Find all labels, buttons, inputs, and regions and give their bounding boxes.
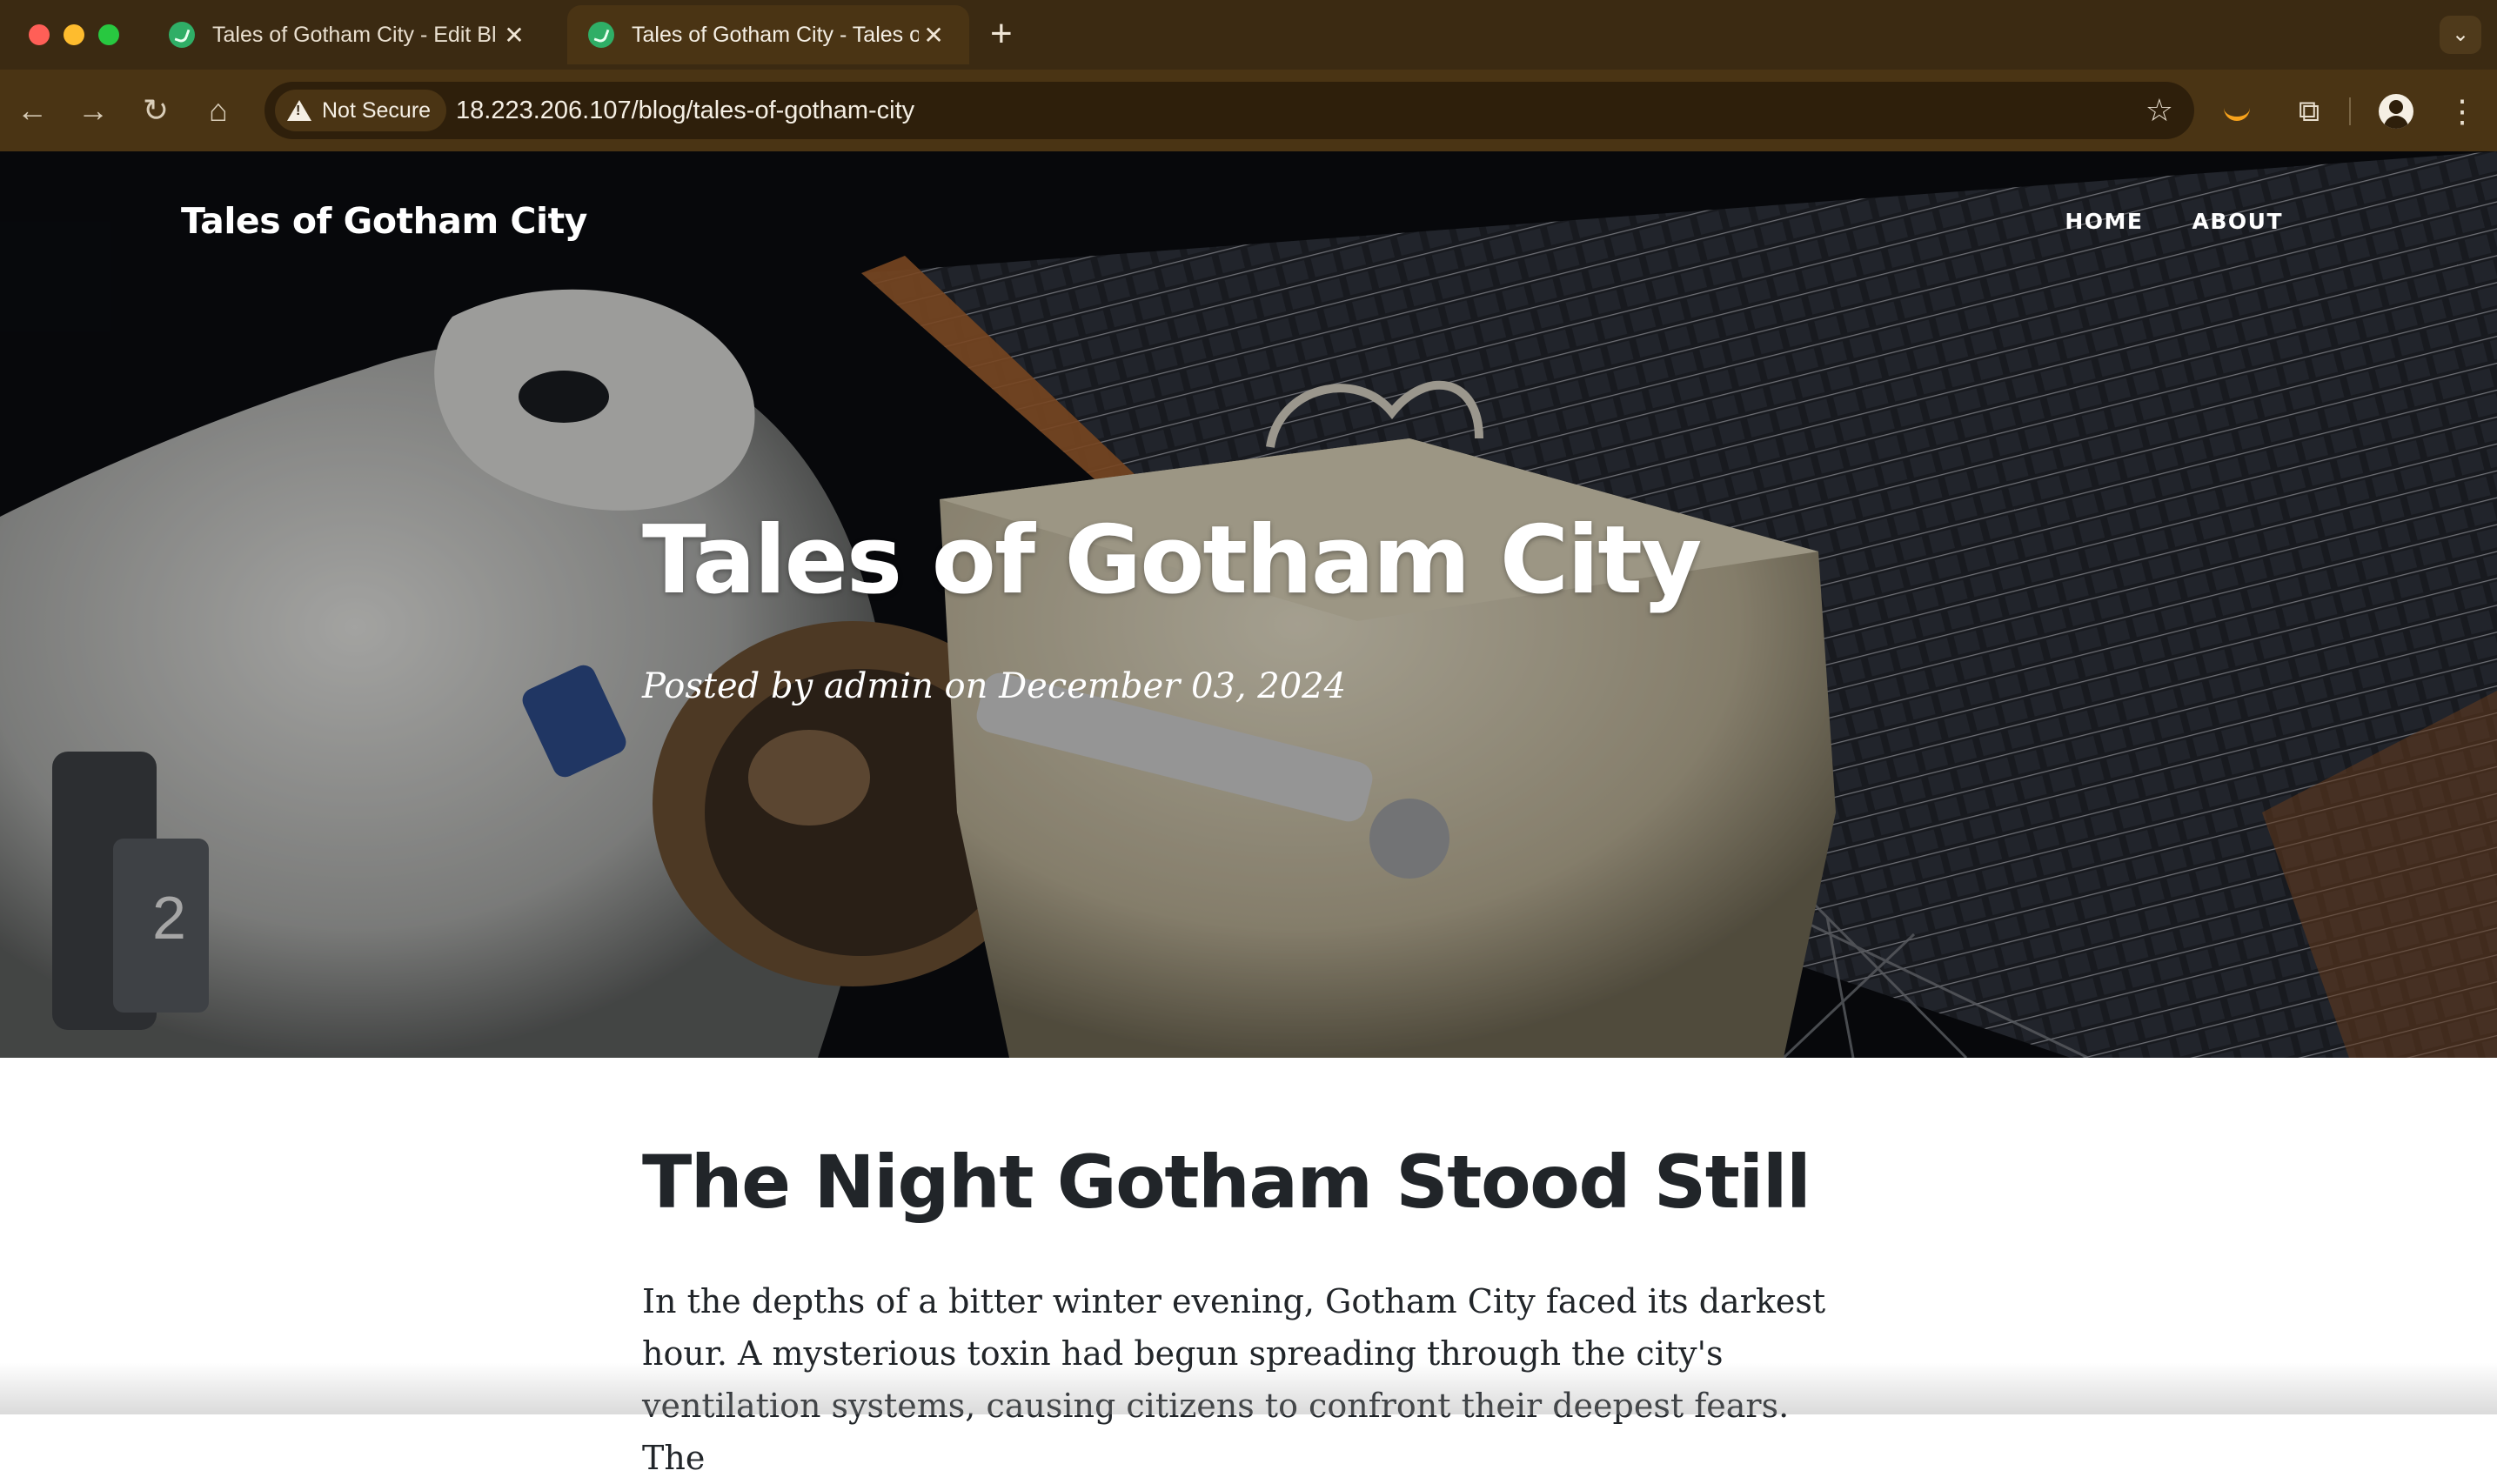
reload-icon[interactable]: ↻ xyxy=(134,89,177,132)
close-icon[interactable]: ✕ xyxy=(919,21,948,50)
browser-toolbar: ← → ↻ ⌂ Not Secure 18.223.206.107/blog/t… xyxy=(0,70,2497,151)
profile-avatar-icon[interactable] xyxy=(2379,94,2413,129)
more-menu-icon[interactable]: ⋮ xyxy=(2445,90,2480,132)
nav-about-link[interactable]: ABOUT xyxy=(2192,209,2283,234)
site-favicon-icon xyxy=(588,22,614,48)
site-favicon-icon xyxy=(169,22,195,48)
site-brand-link[interactable]: Tales of Gotham City xyxy=(181,200,587,242)
extensions-puzzle-icon[interactable]: ⧉ xyxy=(2290,92,2328,130)
minimize-window-button[interactable] xyxy=(64,24,84,45)
plus-icon[interactable]: + xyxy=(990,12,1013,56)
tab-edit-blog[interactable]: Tales of Gotham City - Edit Bl ✕ xyxy=(148,5,550,64)
close-icon[interactable]: ✕ xyxy=(499,21,529,50)
main-nav: HOME ABOUT xyxy=(2065,209,2283,234)
scroll-shadow xyxy=(0,1362,2497,1414)
browser-tab-bar: Tales of Gotham City - Edit Bl ✕ Tales o… xyxy=(0,0,2497,70)
tab-title: Tales of Gotham City - Edit Bl xyxy=(212,22,497,47)
post-heading: The Night Gotham Stood Still xyxy=(642,1140,1811,1225)
hero-title: Tales of Gotham City xyxy=(642,506,1702,615)
chevron-down-icon[interactable]: ⌄ xyxy=(2440,16,2481,54)
security-label: Not Secure xyxy=(322,97,432,123)
security-indicator[interactable]: Not Secure xyxy=(275,90,447,131)
forward-arrow-icon[interactable]: → xyxy=(71,89,115,132)
toolbar-divider xyxy=(2349,97,2351,125)
close-window-button[interactable] xyxy=(29,24,50,45)
hero-header: 2 Tales of Gotham City HOME ABOUT Tales … xyxy=(0,151,2497,1058)
back-arrow-icon[interactable]: ← xyxy=(10,89,54,132)
maximize-window-button[interactable] xyxy=(98,24,119,45)
home-icon[interactable]: ⌂ xyxy=(197,89,240,132)
bookmark-star-icon[interactable]: ☆ xyxy=(2146,82,2173,139)
warning-icon xyxy=(287,100,311,121)
tab-blog-post[interactable]: Tales of Gotham City - Tales o ✕ xyxy=(567,5,969,64)
nav-home-link[interactable]: HOME xyxy=(2065,209,2143,234)
post-meta: Posted by admin on December 03, 2024 xyxy=(642,666,1347,706)
url-text[interactable]: 18.223.206.107/blog/tales-of-gotham-city xyxy=(456,82,914,139)
tab-title: Tales of Gotham City - Tales o xyxy=(632,22,920,47)
amazon-extension-icon[interactable] xyxy=(2220,94,2255,129)
address-bar[interactable]: Not Secure 18.223.206.107/blog/tales-of-… xyxy=(264,82,2194,139)
